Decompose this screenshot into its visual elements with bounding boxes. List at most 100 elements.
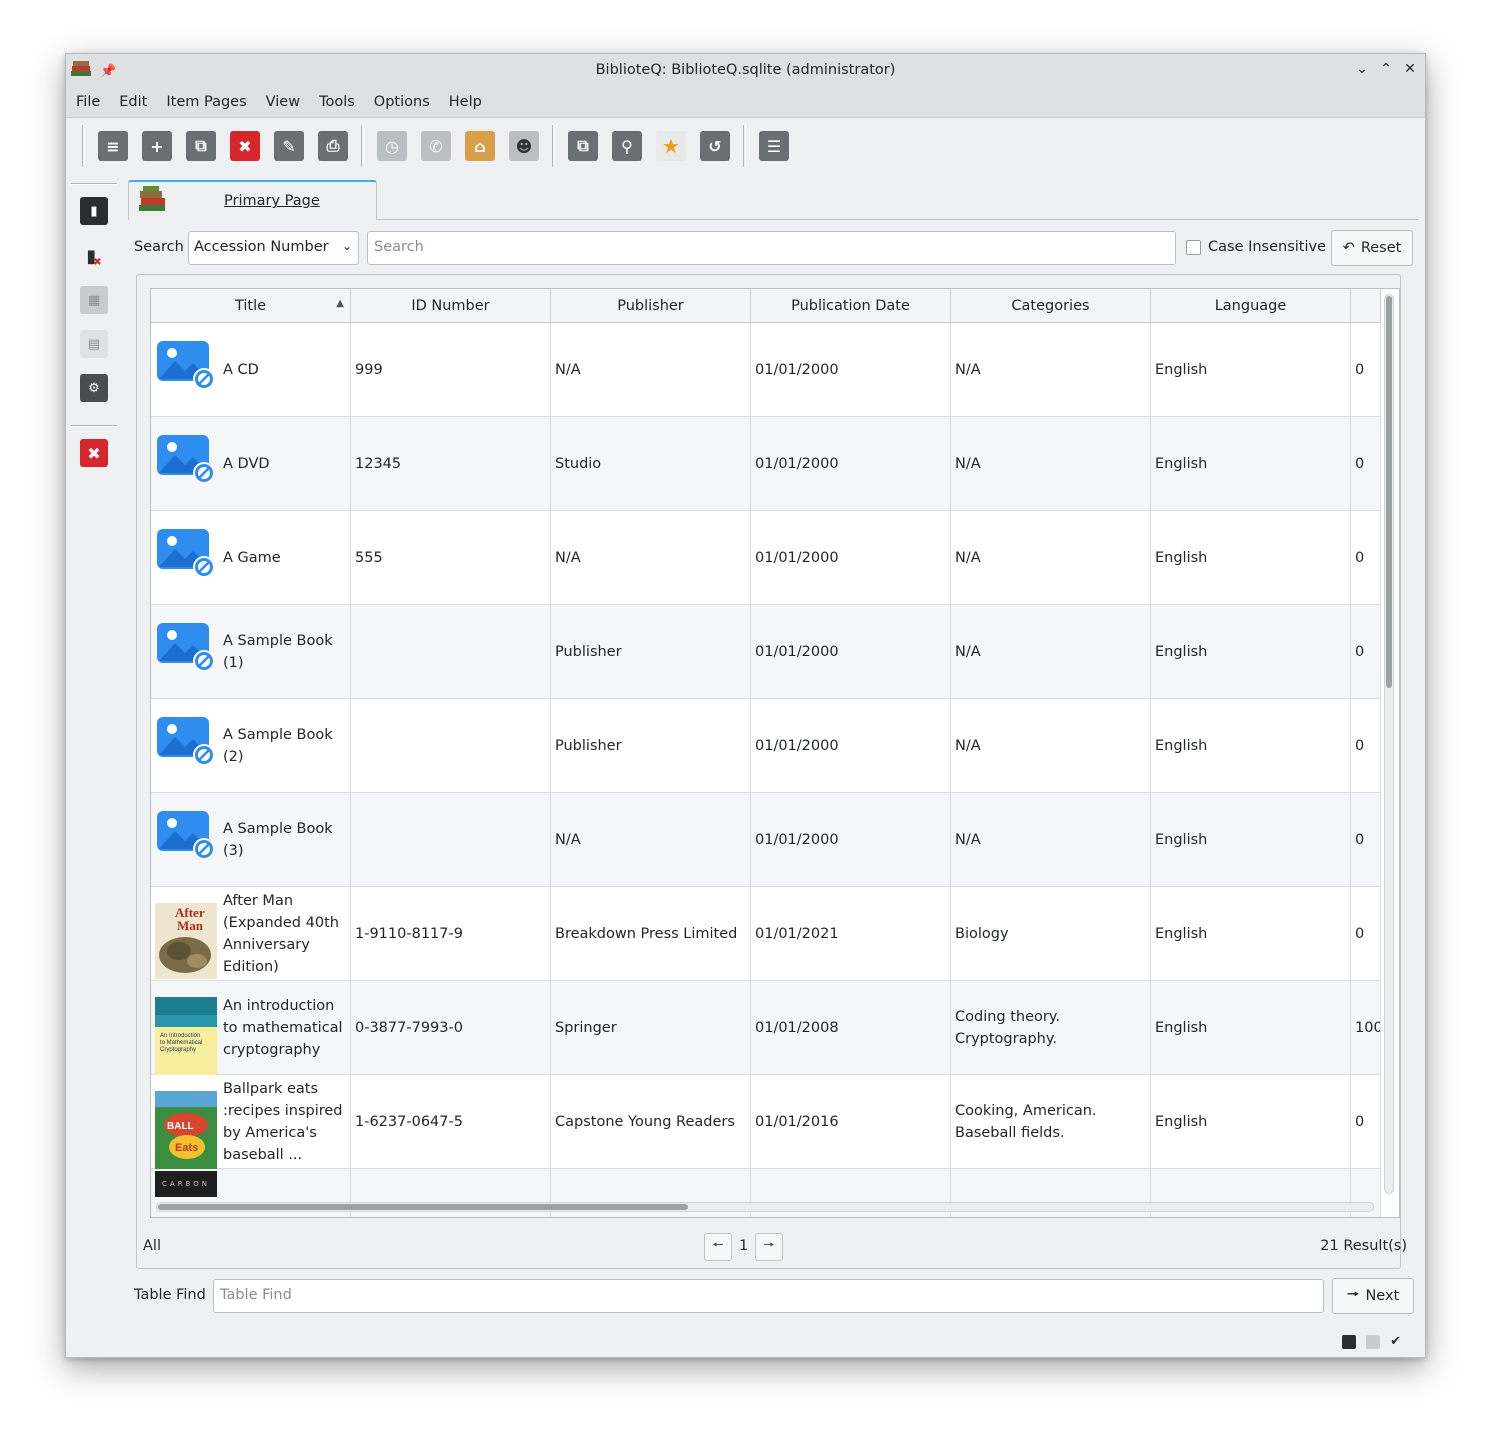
cell-language[interactable]: English: [1151, 699, 1351, 793]
cell-id-number[interactable]: 999: [351, 323, 551, 417]
cell-title[interactable]: BALL Eats Ballpark eats :recipes inspired …: [151, 1075, 351, 1169]
exit-icon[interactable]: ✖: [80, 439, 108, 467]
cell-language[interactable]: English: [1151, 887, 1351, 981]
cell-id-number[interactable]: 1-9110-8117-9: [351, 887, 551, 981]
cell-categories[interactable]: N/A: [951, 605, 1151, 699]
cell-publisher[interactable]: Studio: [551, 417, 751, 511]
cell-publisher[interactable]: Publisher: [551, 699, 751, 793]
next-button[interactable]: 🠖 Next: [1332, 1278, 1414, 1314]
cell-title[interactable]: After Man After Man (Expanded 40th Anniver…: [151, 887, 351, 981]
cell-categories[interactable]: N/A: [951, 511, 1151, 605]
cell-categories[interactable]: N/A: [951, 417, 1151, 511]
cell-extra[interactable]: 0: [1351, 323, 1381, 417]
cell-categories[interactable]: Cooking, American. Baseball fields.: [951, 1075, 1151, 1169]
table-row[interactable]: A CD 999 N/A 01/01/2000 N/A English 0: [151, 323, 1381, 417]
previous-page-button[interactable]: 🠔: [704, 1233, 732, 1261]
table-find-input[interactable]: Table Find: [213, 1279, 1324, 1313]
column-header-categories[interactable]: Categories: [951, 289, 1151, 323]
cell-id-number[interactable]: 0-3877-7993-0: [351, 981, 551, 1075]
folder-icon[interactable]: ⌂: [465, 131, 495, 161]
cell-categories[interactable]: Biology: [951, 887, 1151, 981]
table-row[interactable]: BALL Eats Ballpark eats :recipes inspired …: [151, 1075, 1381, 1169]
table-row[interactable]: After Man After Man (Expanded 40th Anniver…: [151, 887, 1381, 981]
pin-icon[interactable]: 📌: [100, 64, 116, 79]
vertical-scrollbar[interactable]: [1384, 294, 1394, 1194]
cell-publisher[interactable]: N/A: [551, 511, 751, 605]
vertical-scroll-thumb[interactable]: [1386, 296, 1392, 688]
cell-extra[interactable]: 0: [1351, 511, 1381, 605]
table-row[interactable]: An Introduction to Mathematical Cryptograp…: [151, 981, 1381, 1075]
print-icon[interactable]: ⎙: [318, 131, 348, 161]
cell-title[interactable]: A Sample Book (1): [151, 605, 351, 699]
table-row[interactable]: A Sample Book (3) N/A 01/01/2000 N/A English…: [151, 793, 1381, 887]
cell-id-number[interactable]: 555: [351, 511, 551, 605]
cell-language[interactable]: English: [1151, 323, 1351, 417]
column-header-publisher[interactable]: Publisher: [551, 289, 751, 323]
refresh-icon[interactable]: ↺: [700, 131, 730, 161]
details-icon[interactable]: ≡: [98, 131, 128, 161]
search-field-select[interactable]: Accession Number ⌄: [188, 231, 359, 265]
search-input[interactable]: Search: [367, 231, 1176, 265]
cell-extra[interactable]: 0: [1351, 793, 1381, 887]
cell-extra[interactable]: 0: [1351, 1075, 1381, 1169]
column-header-id-number[interactable]: ID Number: [351, 289, 551, 323]
cell-language[interactable]: English: [1151, 793, 1351, 887]
cell-extra[interactable]: 0: [1351, 605, 1381, 699]
disconnect-icon[interactable]: ▮ ✖: [80, 242, 108, 270]
settings-icon[interactable]: ⚙: [80, 374, 108, 402]
cell-language[interactable]: English: [1151, 1075, 1351, 1169]
column-header-language[interactable]: Language: [1151, 289, 1351, 323]
cell-publication-date[interactable]: 01/01/2000: [751, 323, 951, 417]
cell-categories[interactable]: N/A: [951, 793, 1151, 887]
minimize-icon[interactable]: ⌄: [1353, 58, 1371, 80]
search-icon[interactable]: ⚲: [612, 131, 642, 161]
members-icon[interactable]: ☻: [509, 131, 539, 161]
clock-icon[interactable]: ◷: [377, 131, 407, 161]
cell-publication-date[interactable]: 01/01/2000: [751, 699, 951, 793]
edit-icon[interactable]: ✎: [274, 131, 304, 161]
cell-publisher[interactable]: N/A: [551, 793, 751, 887]
reset-button[interactable]: ↶ Reset: [1331, 230, 1413, 266]
phone-icon[interactable]: ✆: [421, 131, 451, 161]
cell-id-number[interactable]: [351, 793, 551, 887]
table-row[interactable]: A DVD 12345 Studio 01/01/2000 N/A English 0: [151, 417, 1381, 511]
cell-publication-date[interactable]: 01/01/2000: [751, 605, 951, 699]
menu-help[interactable]: Help: [449, 94, 482, 110]
cell-publisher[interactable]: Breakdown Press Limited: [551, 887, 751, 981]
next-page-button[interactable]: 🠖: [755, 1233, 783, 1261]
cell-publication-date[interactable]: 01/01/2008: [751, 981, 951, 1075]
cell-publisher[interactable]: Springer: [551, 981, 751, 1075]
column-header-publication-date[interactable]: Publication Date: [751, 289, 951, 323]
column-header-title[interactable]: Title ▲: [151, 289, 351, 323]
add-icon[interactable]: +: [142, 131, 172, 161]
cell-id-number[interactable]: 1-6237-0647-5: [351, 1075, 551, 1169]
cell-categories[interactable]: N/A: [951, 323, 1151, 417]
cell-categories[interactable]: N/A: [951, 699, 1151, 793]
table-row[interactable]: A Sample Book (1) Publisher 01/01/2000 N/A E…: [151, 605, 1381, 699]
duplicate-icon[interactable]: ⧉: [186, 131, 216, 161]
form-icon[interactable]: ▤: [80, 330, 108, 358]
cell-publisher[interactable]: Capstone Young Readers: [551, 1075, 751, 1169]
cell-language[interactable]: English: [1151, 981, 1351, 1075]
copy-icon[interactable]: ⧉: [568, 131, 598, 161]
cell-publication-date[interactable]: 01/01/2000: [751, 793, 951, 887]
cell-extra[interactable]: 100: [1351, 981, 1381, 1075]
horizontal-scroll-thumb[interactable]: [158, 1204, 688, 1210]
app-books-icon[interactable]: [70, 59, 92, 83]
delete-icon[interactable]: ✖: [230, 131, 260, 161]
menu-item-pages[interactable]: Item Pages: [166, 94, 246, 110]
horizontal-scrollbar[interactable]: [156, 1202, 1374, 1212]
current-page[interactable]: 1: [739, 1238, 748, 1254]
cell-id-number[interactable]: [351, 699, 551, 793]
menu-options[interactable]: Options: [374, 94, 430, 110]
cell-id-number[interactable]: [351, 605, 551, 699]
cell-title[interactable]: A Sample Book (2): [151, 699, 351, 793]
cell-language[interactable]: English: [1151, 417, 1351, 511]
star-icon[interactable]: ★: [656, 131, 686, 161]
cell-publication-date[interactable]: 01/01/2000: [751, 417, 951, 511]
menu-edit[interactable]: Edit: [119, 94, 147, 110]
menu-file[interactable]: File: [76, 94, 100, 110]
table-row[interactable]: A Game 555 N/A 01/01/2000 N/A English 0: [151, 511, 1381, 605]
cell-publication-date[interactable]: 01/01/2016: [751, 1075, 951, 1169]
items-table[interactable]: Title ▲ ID Number Publisher Publication D…: [150, 288, 1400, 1218]
